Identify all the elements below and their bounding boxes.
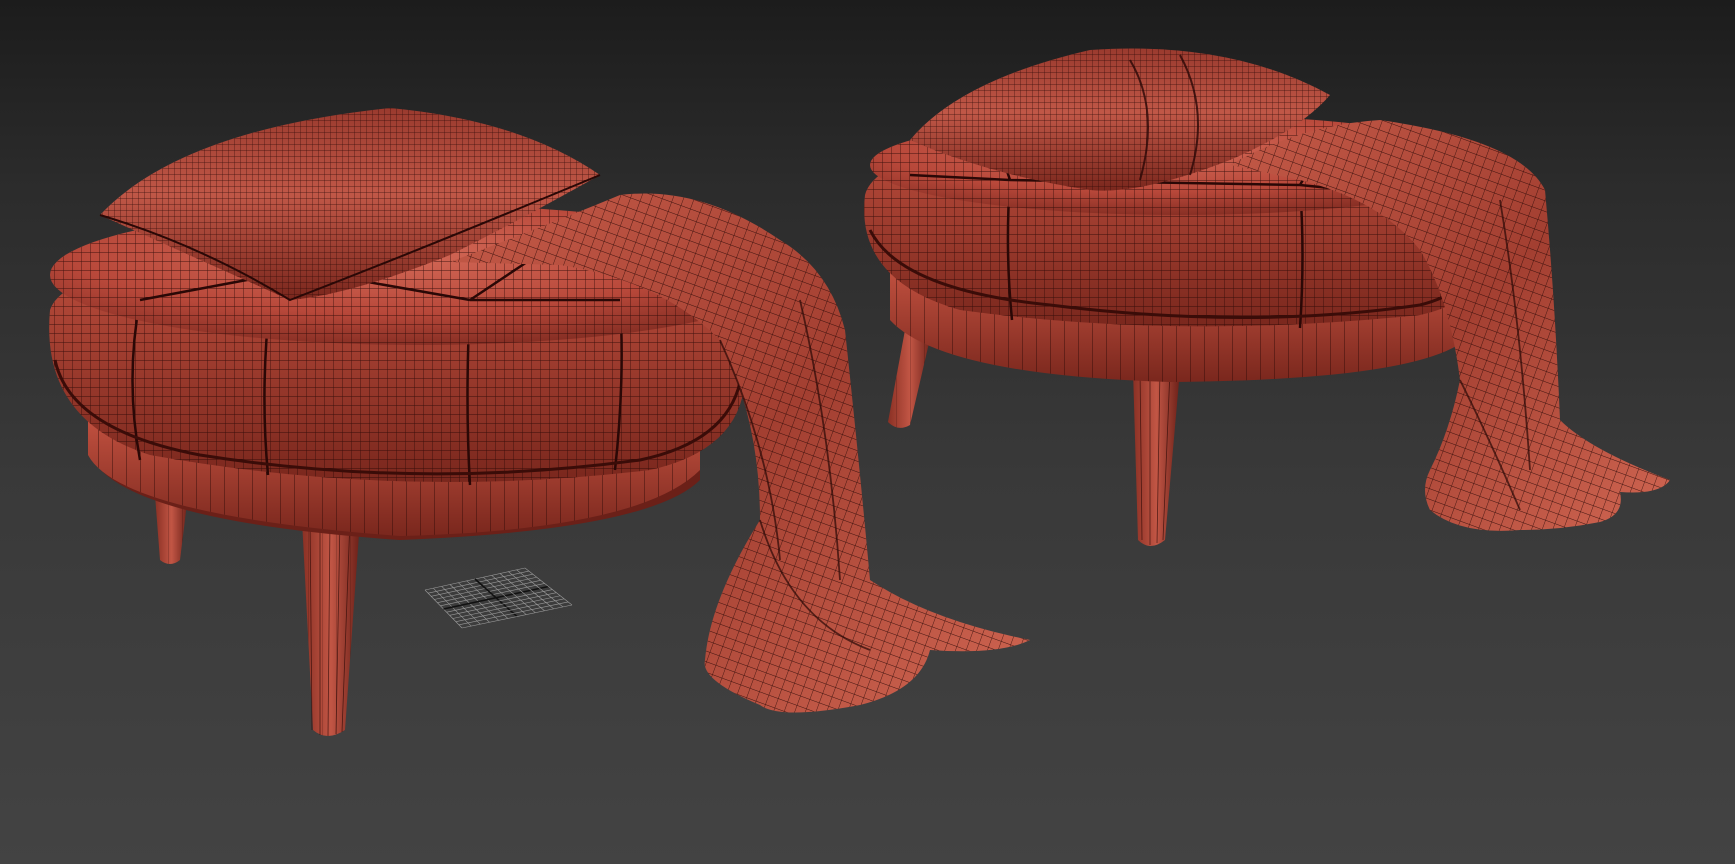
leg-back-right xyxy=(888,330,932,428)
leg-front xyxy=(302,519,360,737)
ottoman-right[interactable] xyxy=(864,48,1670,546)
grid-line xyxy=(516,569,564,608)
grid-line xyxy=(461,604,573,629)
grid-line xyxy=(491,575,536,613)
viewport-3d[interactable] xyxy=(0,0,1735,864)
grid-lines xyxy=(424,567,573,629)
leg-front-right xyxy=(1133,369,1180,546)
grid-line xyxy=(499,573,545,611)
grid-line xyxy=(508,571,554,610)
grid-gizmo[interactable] xyxy=(424,567,573,629)
grid-line xyxy=(524,567,573,606)
scene-canvas[interactable] xyxy=(0,0,1735,864)
grid-line xyxy=(483,576,527,615)
